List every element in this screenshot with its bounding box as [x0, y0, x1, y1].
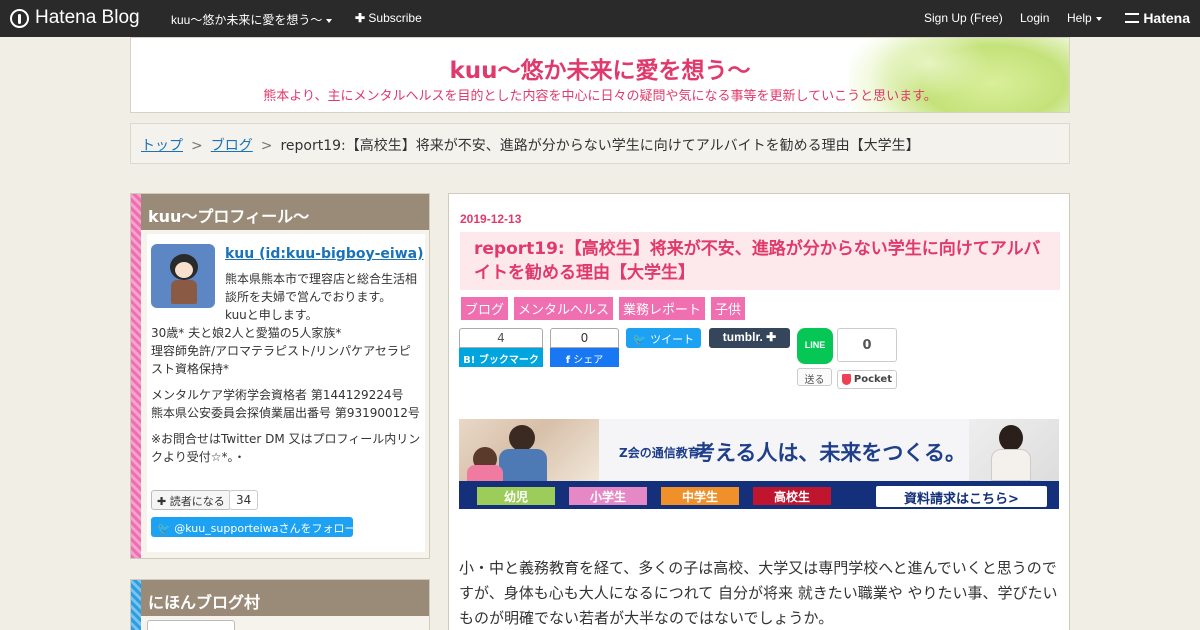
- ad-photo-figure: [467, 465, 503, 481]
- subscribe-label: Subscribe: [368, 11, 422, 25]
- pocket-count: 0: [837, 328, 897, 362]
- profile-line: 理容師免許/アロマテラピスト/リンパケアセラピスト資格保持*: [151, 344, 411, 376]
- profile-heading: kuu～プロフィール～: [141, 194, 429, 230]
- article: 2019-12-13 report19:【高校生】将来が不安、進路が分からない学…: [448, 193, 1070, 630]
- breadcrumb-top-link[interactable]: トップ: [141, 138, 183, 154]
- ad-tag[interactable]: 小学生: [569, 487, 647, 505]
- category-tag[interactable]: 業務レポート: [619, 297, 706, 320]
- ad-brand: Z会の通信教育: [619, 446, 700, 460]
- hatena-label: Hatena: [1143, 10, 1190, 26]
- ad-slogan: 考える人は、未来をつくる。: [694, 441, 966, 465]
- subscribe-button[interactable]: ✚ Subscribe: [355, 11, 422, 25]
- profile-line: kuuと申します。: [225, 308, 318, 322]
- hatena-blog-logo[interactable]: Hatena Blog: [10, 7, 140, 29]
- hatena-blog-icon: [10, 8, 29, 28]
- follow-label: @kuu_supporteiwaさんをフォロー: [174, 522, 356, 535]
- blog-header: kuu～悠か未来に愛を想う～ 熊本より、主にメンタルヘルスを目的とした内容を中心…: [130, 37, 1070, 113]
- plus-icon: ✚: [157, 495, 167, 508]
- facebook-share-count: 0: [550, 328, 619, 348]
- article-date[interactable]: 2019-12-13: [460, 212, 521, 226]
- twitter-bird-icon: 🐦: [632, 333, 647, 346]
- tumblr-share-button[interactable]: tumblr. ✚: [709, 328, 790, 348]
- breadcrumb-separator: >: [260, 138, 273, 154]
- hatena-link[interactable]: Hatena: [1125, 10, 1190, 26]
- profile-line: 熊本県熊本市で理容店と総合生活相: [225, 272, 418, 286]
- tweet-button[interactable]: 🐦 ツイート: [626, 328, 701, 348]
- line-send-label[interactable]: 送る: [797, 368, 832, 386]
- subscribe-reader-button[interactable]: ✚ 読者になる: [151, 490, 231, 510]
- blog-menu[interactable]: kuu～悠か未来に愛を想う～: [171, 11, 333, 28]
- blog-menu-label: kuu～悠か未来に愛を想う～: [171, 13, 323, 27]
- village-banner-button[interactable]: [147, 620, 235, 630]
- category-list: ブログ メンタルヘルス 業務レポート 子供: [461, 297, 746, 320]
- profile-line: 熊本県公安委員会探偵業届出番号 第93190012号: [151, 406, 420, 420]
- hatena-icon: [1125, 13, 1140, 23]
- profile-line: ※お問合せはTwitter DM 又はプロフィール内リンクより受付☆*。・: [151, 432, 421, 464]
- ad-tag[interactable]: 幼児: [477, 487, 555, 505]
- tumblr-label: tumblr.: [722, 330, 763, 344]
- breadcrumb-blog-link[interactable]: ブログ: [211, 138, 253, 154]
- breadcrumb: トップ > ブログ > report19:【高校生】将来が不安、進路が分からない学生に向…: [130, 123, 1070, 164]
- global-header: Hatena Blog kuu～悠か未来に愛を想う～ ✚ Subscribe S…: [0, 0, 1200, 37]
- ad-photo-woman: [969, 419, 1059, 481]
- profile-body: kuu (id:kuu-bigboy-eiwa) 熊本県熊本市で理容店と総合生活…: [147, 234, 425, 552]
- profile-line: 30歳* 夫と娘2人と愛猫の5人家族*: [151, 326, 342, 340]
- reader-button-label: 読者になる: [169, 495, 225, 508]
- signup-link[interactable]: Sign Up (Free): [924, 11, 1003, 25]
- ad-photo-figure: [991, 449, 1031, 481]
- village-heading: にほんブログ村: [141, 580, 429, 616]
- ad-tag[interactable]: 中学生: [661, 487, 739, 505]
- profile-stripe: [131, 194, 141, 558]
- ad-bar: 幼児 小学生 中学生 高校生 資料請求はこちら>: [459, 481, 1059, 509]
- profile-text: 熊本県熊本市で理容店と総合生活相 談所を夫婦で営んでおります。 kuuと申します…: [151, 270, 421, 466]
- pocket-label: Pocket: [853, 374, 892, 385]
- profile-module: kuu～プロフィール～ kuu (id:kuu-bigboy-eiwa) 熊本県…: [130, 193, 430, 559]
- category-tag[interactable]: ブログ: [461, 297, 509, 320]
- plus-icon: ✚: [766, 330, 777, 344]
- chevron-down-icon: [1095, 16, 1102, 21]
- twitter-follow-button[interactable]: 🐦 @kuu_supporteiwaさんをフォロー: [151, 517, 356, 537]
- category-tag[interactable]: 子供: [711, 297, 746, 320]
- category-tag[interactable]: メンタルヘルス: [514, 297, 614, 320]
- breadcrumb-separator: >: [191, 138, 203, 154]
- ad-photo-figure: [509, 425, 535, 451]
- ad-photo-figure: [499, 449, 547, 481]
- ad-photo-figure: [999, 425, 1023, 451]
- hatena-bookmark-button[interactable]: B! ブックマーク: [459, 348, 543, 367]
- brand-name: Hatena Blog: [35, 7, 140, 28]
- article-title-box: report19:【高校生】将来が不安、進路が分からない学生に向けてアルバイトを…: [460, 232, 1060, 290]
- facebook-icon: f: [565, 355, 571, 366]
- help-menu[interactable]: Help: [1067, 11, 1102, 25]
- ad-cta-button[interactable]: 資料請求はこちら>: [876, 486, 1047, 507]
- blog-title[interactable]: kuu～悠か未来に愛を想う～: [131, 51, 1069, 85]
- chevron-down-icon: [326, 18, 333, 23]
- facebook-share-label: シェア: [573, 355, 604, 366]
- article-title[interactable]: report19:【高校生】将来が不安、進路が分からない学生に向けてアルバイトを…: [474, 237, 1046, 285]
- profile-name-link[interactable]: kuu (id:kuu-bigboy-eiwa): [225, 246, 423, 262]
- village-stripe: [131, 580, 141, 630]
- ad-banner[interactable]: Z会の通信教育 考える人は、未来をつくる。 幼児 小学生 中学生 高校生 資料請…: [459, 419, 1059, 509]
- plus-icon: ✚: [355, 11, 366, 25]
- pocket-button[interactable]: Pocket: [837, 370, 897, 389]
- blog-description: 熊本より、主にメンタルヘルスを目的とした内容を中心に日々の疑問や気になる事等を更…: [263, 89, 937, 104]
- profile-line: 談所を夫婦で営んでおります。: [225, 290, 392, 304]
- login-link[interactable]: Login: [1020, 11, 1049, 25]
- breadcrumb-current: report19:【高校生】将来が不安、進路が分からない学生に向けてアルバイトを…: [280, 138, 920, 154]
- pocket-icon: [842, 374, 851, 385]
- line-share-button[interactable]: LINE: [797, 328, 833, 364]
- blog-village-module: にほんブログ村: [130, 579, 430, 630]
- tweet-label: ツイート: [650, 333, 695, 346]
- article-body: 小・中と義務教育を経て、多くの子は高校、大学又は専門学校へと進んでいくと思うので…: [459, 559, 1058, 627]
- share-buttons: 4 B! ブックマーク 0 f シェア 🐦 ツイート tumblr. ✚ LIN…: [459, 328, 1059, 398]
- help-label: Help: [1067, 11, 1092, 25]
- reader-count: 34: [229, 490, 259, 510]
- facebook-share-button[interactable]: f シェア: [550, 348, 619, 367]
- profile-line: メンタルケア学術学会資格者 第144129224号: [151, 388, 404, 402]
- ad-photo-family: [459, 419, 599, 481]
- twitter-bird-icon: 🐦: [157, 522, 171, 535]
- hatena-bookmark-count[interactable]: 4: [459, 328, 543, 348]
- ad-tag[interactable]: 高校生: [753, 487, 831, 505]
